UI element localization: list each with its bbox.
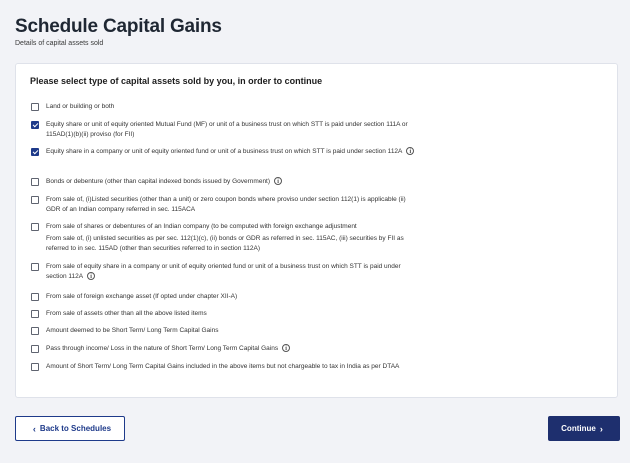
option-label-wrap: Bonds or debenture (other than capital i… xyxy=(46,177,283,187)
checkbox-checked[interactable] xyxy=(31,121,39,129)
asset-type-card: Please select type of capital assets sol… xyxy=(15,63,618,398)
option-unlisted-securities[interactable]: From sale of, (i) unlisted securities as… xyxy=(46,234,421,253)
option-foreign-exchange-asset[interactable]: From sale of foreign exchange asset (If … xyxy=(31,292,416,302)
card-heading: Please select type of capital assets sol… xyxy=(30,76,323,86)
option-dtaa[interactable]: Amount of Short Term/ Long Term Capital … xyxy=(31,362,416,372)
page-subtitle: Details of capital assets sold xyxy=(15,40,104,47)
checkbox[interactable] xyxy=(31,345,39,353)
option-equity-112a[interactable]: Equity share in a company or unit of equ… xyxy=(31,147,416,157)
checkbox[interactable] xyxy=(31,178,39,186)
page-title: Schedule Capital Gains xyxy=(15,16,222,37)
option-label: From sale of shares or debentures of an … xyxy=(46,223,357,230)
checkbox[interactable] xyxy=(31,263,39,271)
info-icon[interactable]: i xyxy=(87,271,96,280)
checkbox[interactable] xyxy=(31,293,39,301)
option-listed-securities[interactable]: From sale of, (i)Listed securities (othe… xyxy=(31,195,416,214)
option-label: From sale of assets other than all the a… xyxy=(46,310,207,317)
option-label-wrap: Equity share in a company or unit of equ… xyxy=(46,147,415,157)
info-icon[interactable]: i xyxy=(406,147,415,156)
option-label: Equity share or unit of equity oriented … xyxy=(46,121,408,138)
option-equity-111a[interactable]: Equity share or unit of equity oriented … xyxy=(31,120,416,139)
option-deemed-gains[interactable]: Amount deemed to be Short Term/ Long Ter… xyxy=(31,326,416,336)
checkbox[interactable] xyxy=(31,196,39,204)
option-label: Land or building or both xyxy=(46,103,115,110)
option-label: Pass through income/ Loss in the nature … xyxy=(46,345,279,352)
option-pass-through[interactable]: Pass through income/ Loss in the nature … xyxy=(31,344,416,354)
option-label: Bonds or debenture (other than capital i… xyxy=(46,178,271,185)
checkbox-checked[interactable] xyxy=(31,148,39,156)
option-label-wrap: Pass through income/ Loss in the nature … xyxy=(46,344,291,354)
option-other-assets[interactable]: From sale of assets other than all the a… xyxy=(31,309,416,319)
option-label: From sale of equity share in a company o… xyxy=(46,263,401,280)
chevron-left-icon: ‹ xyxy=(32,423,36,434)
checkbox[interactable] xyxy=(31,223,39,231)
option-label: From sale of, (i) unlisted securities as… xyxy=(46,235,404,252)
back-to-schedules-button[interactable]: ‹ Back to Schedules xyxy=(15,416,125,441)
info-icon[interactable]: i xyxy=(282,344,291,353)
continue-button-label: Continue xyxy=(561,424,596,433)
continue-button[interactable]: Continue › xyxy=(548,416,620,441)
option-shares-foreign-exchange[interactable]: From sale of shares or debentures of an … xyxy=(31,222,416,232)
back-button-label: Back to Schedules xyxy=(39,424,112,433)
chevron-right-icon: › xyxy=(599,423,603,434)
option-equity-stt-112a[interactable]: From sale of equity share in a company o… xyxy=(31,262,416,281)
option-label: From sale of, (i)Listed securities (othe… xyxy=(46,196,406,213)
option-label-wrap: From sale of equity share in a company o… xyxy=(46,262,416,281)
option-label: Amount deemed to be Short Term/ Long Ter… xyxy=(46,327,219,334)
option-bonds[interactable]: Bonds or debenture (other than capital i… xyxy=(31,177,416,187)
checkbox[interactable] xyxy=(31,363,39,371)
option-label: Equity share in a company or unit of equ… xyxy=(46,148,403,155)
option-label: From sale of foreign exchange asset (If … xyxy=(46,293,238,300)
checkbox[interactable] xyxy=(31,310,39,318)
option-label: Amount of Short Term/ Long Term Capital … xyxy=(46,363,400,370)
checkbox[interactable] xyxy=(31,103,39,111)
info-icon[interactable]: i xyxy=(274,177,283,186)
option-land-building[interactable]: Land or building or both xyxy=(31,102,416,112)
checkbox[interactable] xyxy=(31,327,39,335)
